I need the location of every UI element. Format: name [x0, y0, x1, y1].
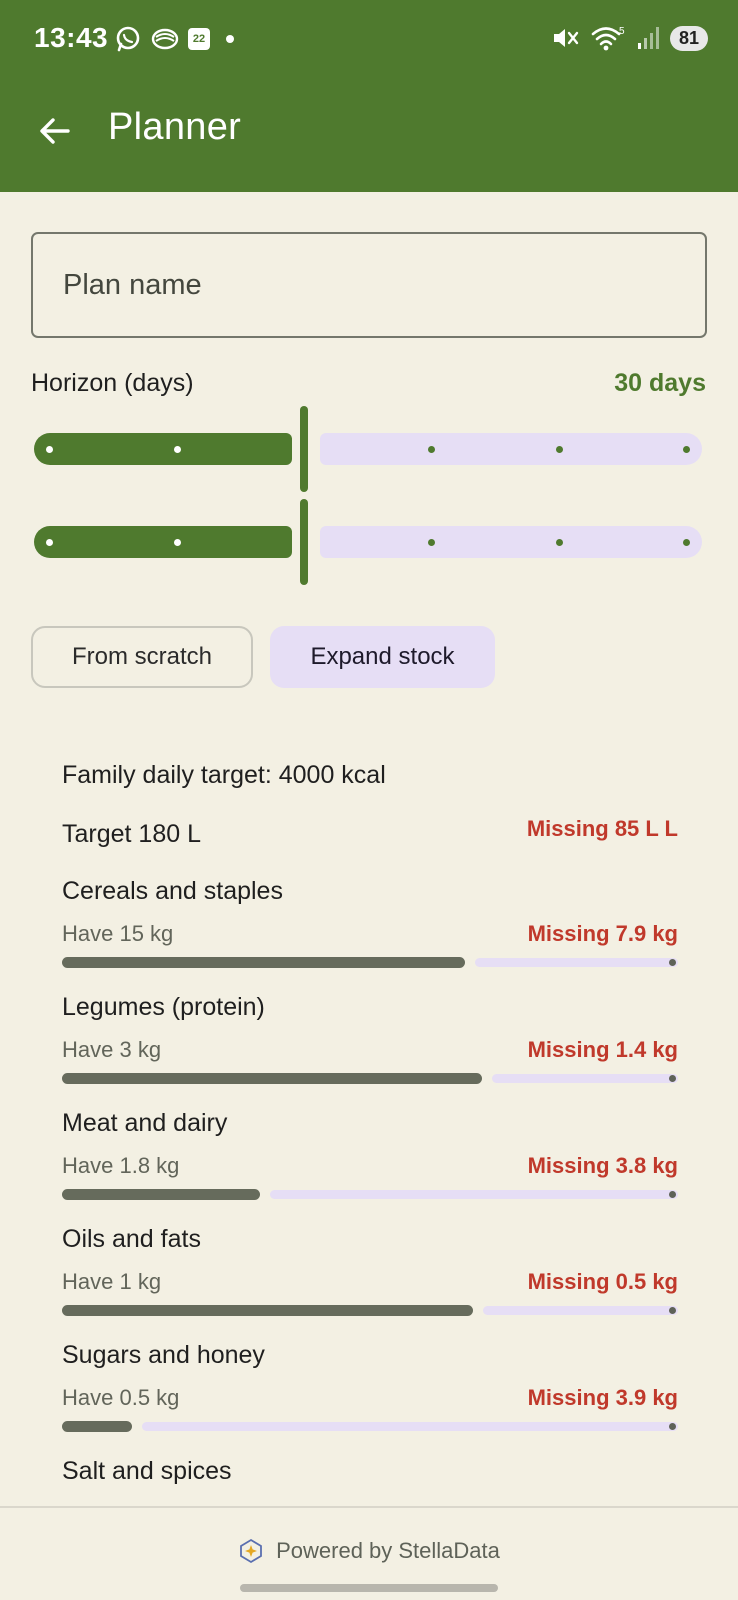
slider-tick: [428, 539, 435, 546]
category-name: Sugars and honey: [62, 1341, 265, 1369]
category-name: Legumes (protein): [62, 993, 265, 1021]
category-missing: Missing 0.5 kg: [527, 1269, 678, 1294]
progress-remaining: [142, 1422, 678, 1431]
slider-thumb[interactable]: [300, 406, 308, 492]
slider-tick: [174, 446, 181, 453]
slider-inactive-track: [320, 433, 702, 465]
slider-active-track: [34, 433, 292, 465]
slider-inactive-track: [320, 526, 702, 558]
progress-fill: [62, 1305, 473, 1316]
category-have: Have 15 kg: [62, 921, 174, 946]
horizon-label: Horizon (days): [31, 369, 194, 397]
slider-active-track: [34, 526, 292, 558]
battery-icon: 81: [669, 25, 708, 51]
category-progress-bar: [62, 1073, 678, 1084]
category-have: Have 1 kg: [62, 1269, 162, 1294]
category-legumes: Legumes (protein) Have 3 kg Missing 1.4 …: [62, 993, 678, 1103]
page-title: Planner: [108, 106, 242, 148]
category-name: Cereals and staples: [62, 877, 283, 905]
slider-tick: [46, 446, 53, 453]
category-missing: Missing 1.4 kg: [527, 1037, 678, 1062]
category-name: Oils and fats: [62, 1225, 201, 1253]
from-scratch-button[interactable]: From scratch: [31, 626, 253, 688]
water-target: Target 180 L: [62, 820, 201, 848]
category-have: Have 1.8 kg: [62, 1153, 180, 1178]
progress-end-dot: [669, 959, 676, 966]
progress-end-dot: [669, 1191, 676, 1198]
progress-remaining: [492, 1074, 678, 1083]
category-oils-fats: Oils and fats Have 1 kg Missing 0.5 kg: [62, 1225, 678, 1335]
category-cereals: Cereals and staples Have 15 kg Missing 7…: [62, 877, 678, 987]
category-progress-bar: [62, 1305, 678, 1316]
category-have: Have 3 kg: [62, 1037, 162, 1062]
slider-tick: [428, 446, 435, 453]
category-have: Have 0.5 kg: [62, 1385, 180, 1410]
progress-end-dot: [669, 1423, 676, 1430]
notification-dot-icon: [226, 35, 234, 43]
arrow-back-icon: [40, 118, 70, 144]
slider-tick: [46, 539, 53, 546]
category-progress-bar: [62, 1189, 678, 1200]
status-bar: 13:43 22 5 81: [0, 0, 738, 78]
category-name: Salt and spices: [62, 1457, 232, 1485]
horizon-slider[interactable]: [32, 406, 704, 492]
expand-stock-button[interactable]: Expand stock: [270, 626, 495, 688]
signal-icon: [637, 27, 659, 49]
progress-end-dot: [669, 1075, 676, 1082]
progress-remaining: [270, 1190, 678, 1199]
category-progress-bar: [62, 957, 678, 968]
progress-fill: [62, 1421, 132, 1432]
category-salt-spices: Salt and spices: [62, 1457, 678, 1497]
horizon-slider-secondary[interactable]: [32, 499, 704, 585]
slider-tick: [683, 539, 690, 546]
calendar-icon: 22: [188, 28, 210, 50]
category-progress-bar: [62, 1421, 678, 1432]
home-indicator[interactable]: [240, 1584, 498, 1592]
slider-tick: [683, 446, 690, 453]
progress-fill: [62, 1189, 260, 1200]
footer: Powered by StellaData: [0, 1506, 738, 1600]
slider-tick: [174, 539, 181, 546]
wifi-icon: 5: [591, 26, 625, 51]
progress-remaining: [483, 1306, 678, 1315]
slider-tick: [556, 539, 563, 546]
status-time: 13:43: [34, 22, 109, 53]
signal-label: 5: [619, 26, 625, 37]
stack-icon: [151, 28, 179, 50]
slider-thumb[interactable]: [300, 499, 308, 585]
progress-remaining: [475, 958, 678, 967]
powered-by-text: Powered by StellaData: [276, 1538, 500, 1563]
progress-end-dot: [669, 1307, 676, 1314]
category-sugars-honey: Sugars and honey Have 0.5 kg Missing 3.9…: [62, 1341, 678, 1451]
progress-fill: [62, 1073, 482, 1084]
stelladata-logo-icon: [240, 1538, 262, 1564]
category-missing: Missing 7.9 kg: [527, 921, 678, 946]
family-daily-target: Family daily target: 4000 kcal: [62, 761, 386, 789]
slider-tick: [556, 446, 563, 453]
horizon-value: 30 days: [614, 369, 706, 397]
back-button[interactable]: [32, 108, 78, 154]
mute-icon: [553, 29, 579, 47]
app-bar: Planner: [0, 92, 738, 168]
whatsapp-icon: [116, 26, 140, 52]
category-meat-dairy: Meat and dairy Have 1.8 kg Missing 3.8 k…: [62, 1109, 678, 1219]
water-target-row: Target 180 L Missing 85 L L: [62, 816, 678, 854]
water-missing: Missing 85 L L: [526, 816, 678, 841]
progress-fill: [62, 957, 465, 968]
category-missing: Missing 3.8 kg: [527, 1153, 678, 1178]
category-missing: Missing 3.9 kg: [527, 1385, 678, 1410]
category-name: Meat and dairy: [62, 1109, 228, 1137]
plan-name-input[interactable]: [31, 232, 707, 338]
top-app-bar: 13:43 22 5 81 Planner: [0, 0, 738, 192]
